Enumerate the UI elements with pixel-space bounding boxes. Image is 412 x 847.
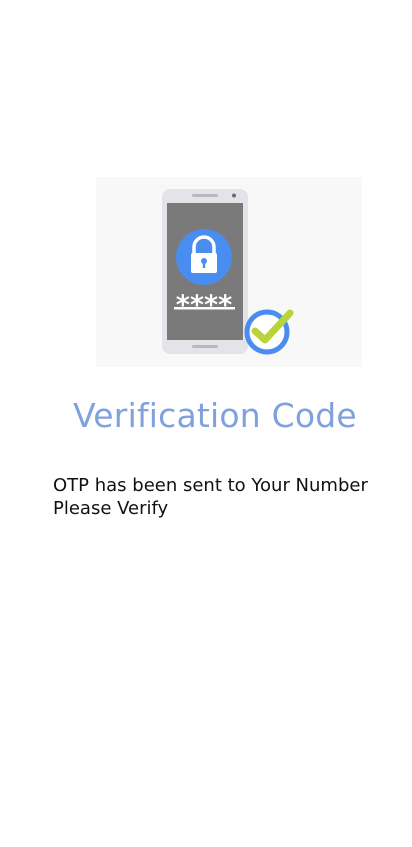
otp-sent-text: OTP has been sent to Your Number	[53, 475, 368, 496]
otp-illustration-graphic: ****	[162, 189, 294, 355]
otp-illustration: ****	[96, 177, 362, 367]
code-underline	[174, 307, 235, 310]
checkmark-circle-icon	[244, 309, 294, 355]
verify-prompt-text: Please Verify	[53, 498, 169, 519]
page-title: Verification Code	[73, 396, 357, 435]
otp-message: OTP has been sent to Your Number Please …	[53, 474, 403, 520]
masked-code: ****	[176, 290, 232, 321]
padlock-icon	[176, 229, 232, 285]
